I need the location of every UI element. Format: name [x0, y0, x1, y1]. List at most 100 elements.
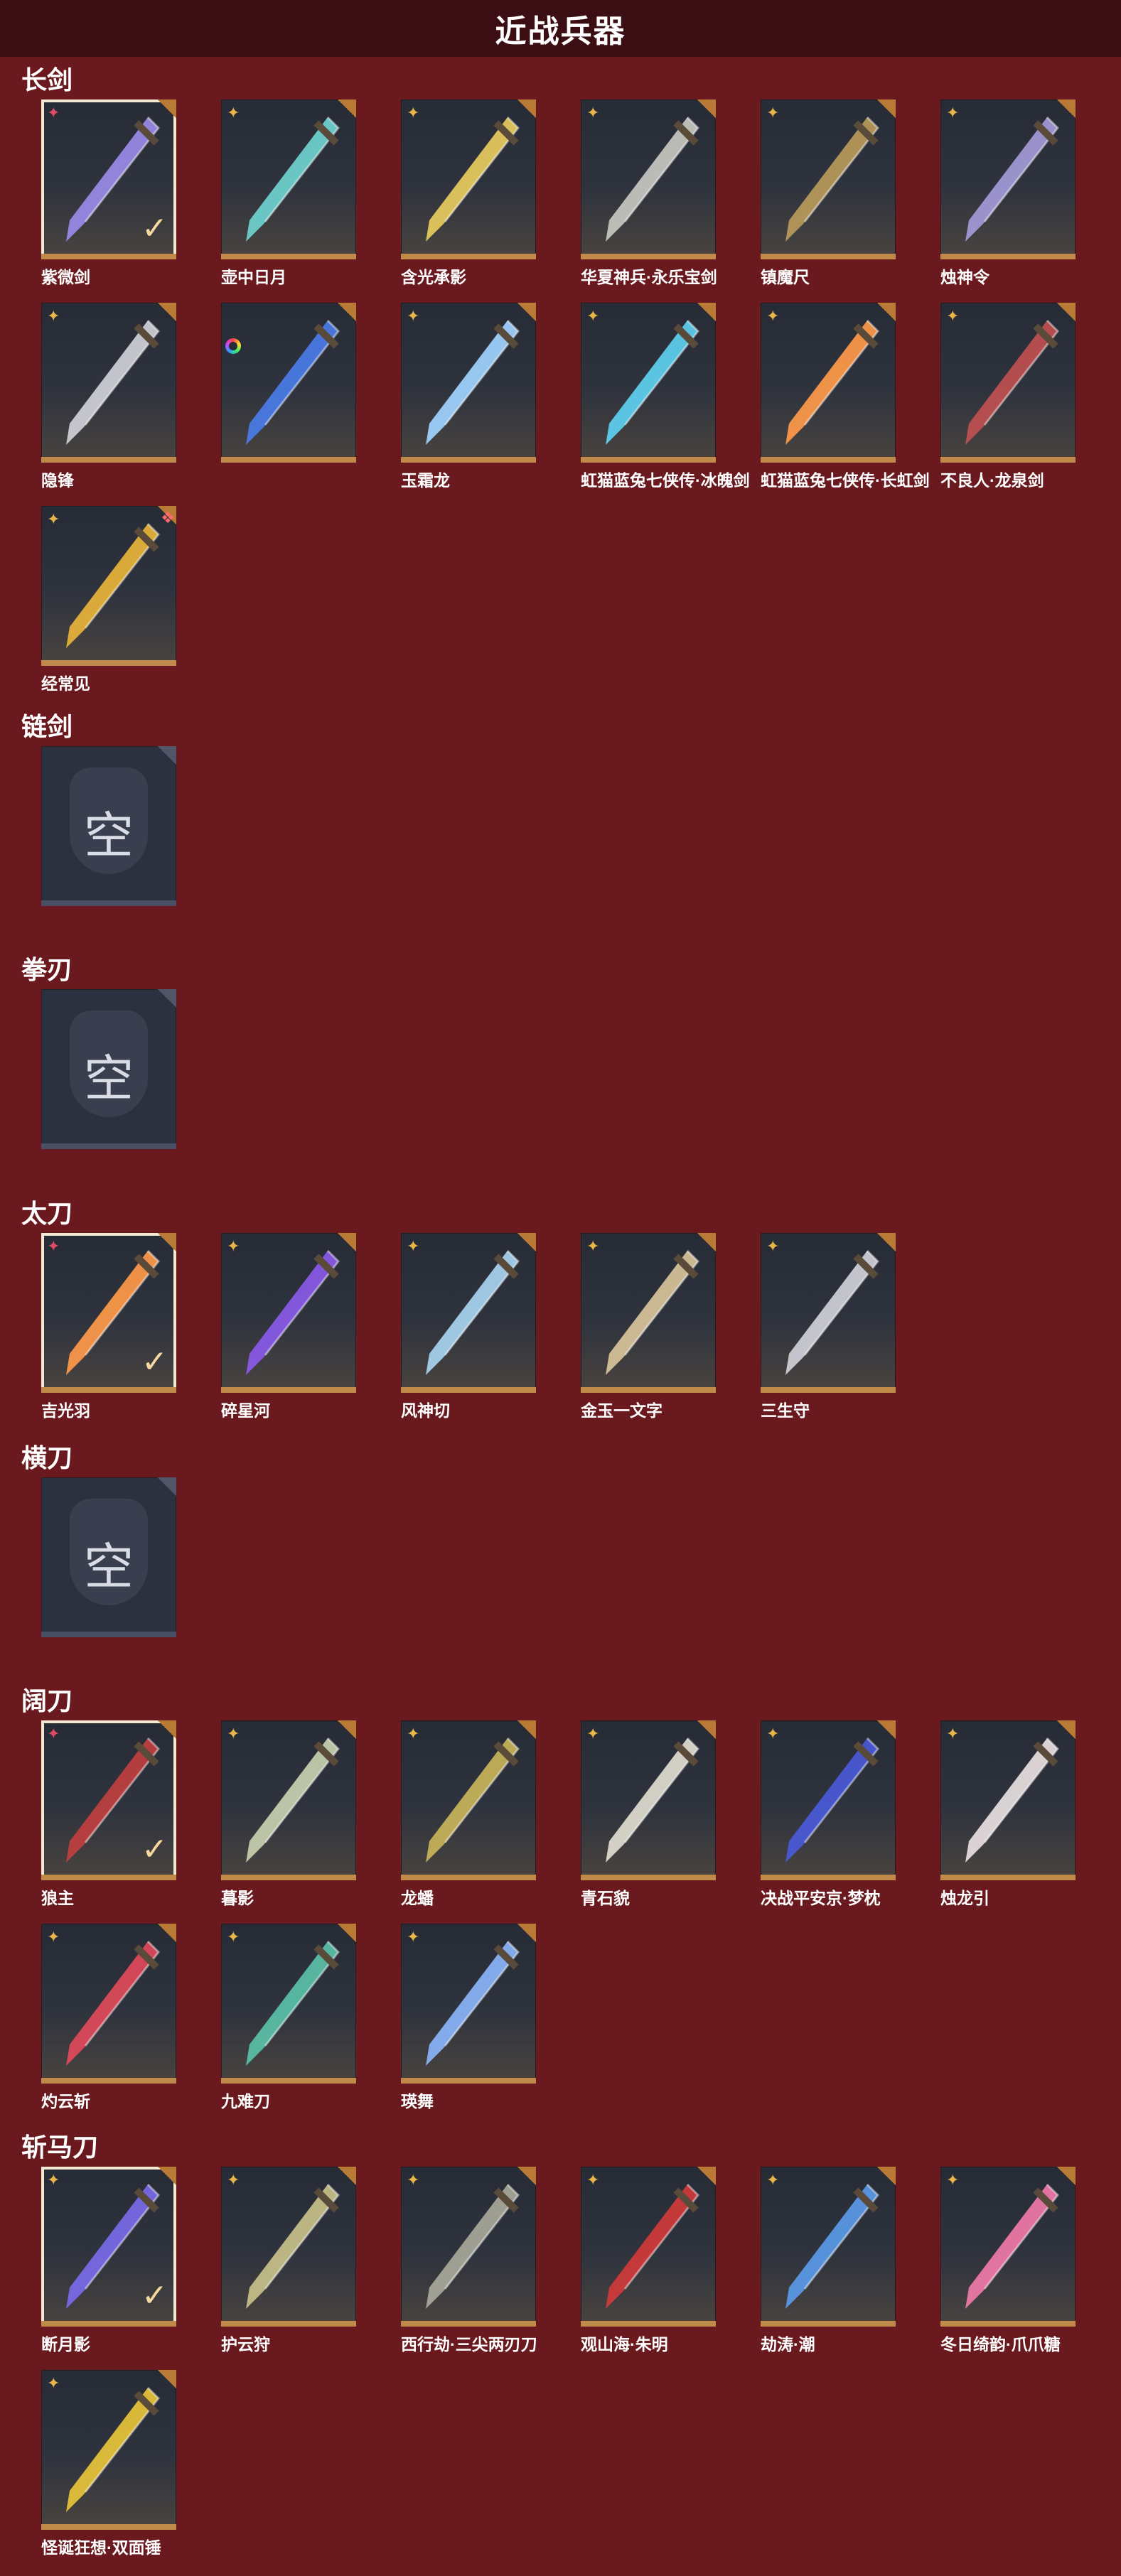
weapon-card[interactable]: ✦	[581, 99, 716, 259]
weapon-card[interactable]: ✦	[401, 1720, 536, 1880]
card-corner	[158, 1477, 176, 1496]
weapon-card[interactable]: ✦ ✓	[41, 99, 176, 259]
weapon-name: 决战平安京·梦枕	[761, 1889, 881, 1907]
card-corner	[158, 1233, 176, 1251]
rank-star-icon: ✦	[407, 104, 420, 122]
weapon-name: 劫涛·潮	[761, 2335, 815, 2354]
weapon-name: 隐锋	[41, 471, 74, 490]
weapon-image	[66, 1940, 160, 2066]
weapon-name: 虹猫蓝兔七侠传·长虹剑	[761, 471, 930, 490]
rank-star-icon: ✦	[766, 2171, 780, 2189]
weapon-card[interactable]: ✦	[940, 2167, 1076, 2327]
weapon-image	[426, 1737, 520, 1863]
weapon-name: 暮影	[221, 1889, 254, 1907]
weapon-image	[246, 319, 340, 445]
weapon-card[interactable]: ✦	[221, 1924, 356, 2084]
weapon-image	[606, 116, 699, 242]
weapon-card[interactable]: ✦	[221, 1233, 356, 1393]
weapon-card[interactable]	[221, 303, 356, 463]
weapon-image	[785, 2183, 879, 2309]
empty-label: 空	[84, 1050, 134, 1108]
weapon-card[interactable]: ✦ ✓	[41, 2167, 176, 2327]
card-corner	[158, 746, 176, 765]
weapon-name: 烛龙引	[940, 1889, 989, 1907]
rank-star-icon: ✦	[407, 307, 420, 325]
check-icon: ✓	[141, 2278, 168, 2313]
card-corner	[158, 1720, 176, 1739]
weapon-name: 护云狩	[221, 2335, 270, 2354]
weapon-name: 虹猫蓝兔七侠传·冰魄剑	[581, 471, 750, 490]
empty-slot: 空	[41, 1477, 176, 1637]
weapon-image	[965, 2183, 1059, 2309]
weapon-card[interactable]: ✦ ✓	[41, 1720, 176, 1880]
weapon-card[interactable]: ✦	[581, 2167, 716, 2327]
weapon-name: 风神切	[401, 1401, 450, 1420]
weapon-name: 含光承影	[401, 268, 466, 286]
card-corner	[877, 303, 896, 321]
weapon-card[interactable]: ✦	[940, 1720, 1076, 1880]
card-corner	[1057, 2167, 1076, 2185]
card-corner	[517, 2167, 536, 2185]
rank-star-icon: ✦	[586, 1725, 600, 1742]
weapon-card[interactable]: ✦	[761, 2167, 896, 2327]
weapon-card[interactable]: ✦	[761, 303, 896, 463]
weapon-card[interactable]: ✦	[221, 2167, 356, 2327]
weapon-image	[785, 1737, 879, 1863]
rank-star-icon: ✦	[586, 104, 600, 122]
weapon-card[interactable]: ✦	[221, 99, 356, 259]
rank-star-icon: ✦	[946, 104, 960, 122]
weapon-card[interactable]: ✦	[761, 1233, 896, 1393]
card-corner	[517, 303, 536, 321]
rank-star-icon: ✦	[227, 1928, 240, 1946]
weapon-card[interactable]: ✦	[761, 99, 896, 259]
weapon-card[interactable]: ✦	[41, 1924, 176, 2084]
weapon-card[interactable]: ✦	[761, 1720, 896, 1880]
rank-star-icon: ✦	[47, 2374, 60, 2392]
card-corner	[158, 303, 176, 321]
rank-star-icon: ✦	[766, 1237, 780, 1255]
rank-star-icon: ✦	[227, 2171, 240, 2189]
card-corner	[338, 303, 356, 321]
card-corner	[338, 2167, 356, 2185]
rank-star-icon: ✦	[227, 1725, 240, 1742]
card-corner	[697, 99, 716, 118]
weapon-image	[426, 2183, 520, 2309]
weapon-name: 瑛舞	[401, 2092, 434, 2111]
weapon-card[interactable]: ✦	[401, 1233, 536, 1393]
weapon-card[interactable]: ✦ ❖	[41, 506, 176, 666]
rank-star-icon: ✦	[407, 2171, 420, 2189]
card-corner	[158, 2167, 176, 2185]
weapon-image	[66, 522, 160, 648]
weapon-card[interactable]: ✦	[41, 2370, 176, 2530]
weapon-card[interactable]: ✦	[401, 2167, 536, 2327]
weapon-card[interactable]: ✦	[581, 303, 716, 463]
weapon-image	[426, 1940, 520, 2066]
weapon-card[interactable]: ✦	[581, 1720, 716, 1880]
section-title: 拳刃	[21, 955, 73, 984]
rank-star-icon: ✦	[766, 1725, 780, 1742]
weapon-name: 龙蟠	[401, 1889, 434, 1907]
weapon-image	[965, 319, 1059, 445]
weapon-card[interactable]: ✦ ✓	[41, 1233, 176, 1393]
weapon-card[interactable]: ✦	[221, 1720, 356, 1880]
weapon-image	[426, 116, 520, 242]
weapon-image	[246, 1737, 340, 1863]
weapon-card[interactable]: ✦	[940, 99, 1076, 259]
rank-star-icon: ✦	[766, 307, 780, 325]
weapon-name: 冬日绮韵·爪爪糖	[940, 2335, 1061, 2354]
card-corner	[158, 1924, 176, 1942]
card-corner	[1057, 99, 1076, 118]
weapon-image	[965, 1737, 1059, 1863]
weapon-name: 经常见	[41, 674, 90, 693]
title-bar: 近战兵器	[0, 0, 1121, 57]
rank-star-icon: ✦	[946, 2171, 960, 2189]
weapon-card[interactable]: ✦	[401, 1924, 536, 2084]
page-title: 近战兵器	[495, 14, 626, 49]
weapon-card[interactable]: ✦	[401, 99, 536, 259]
weapon-card[interactable]: ✦	[581, 1233, 716, 1393]
weapon-card[interactable]: ✦	[41, 303, 176, 463]
rank-star-icon: ✦	[586, 2171, 600, 2189]
weapon-card[interactable]: ✦	[401, 303, 536, 463]
rank-star-icon: ✦	[227, 1237, 240, 1255]
weapon-card[interactable]: ✦	[940, 303, 1076, 463]
